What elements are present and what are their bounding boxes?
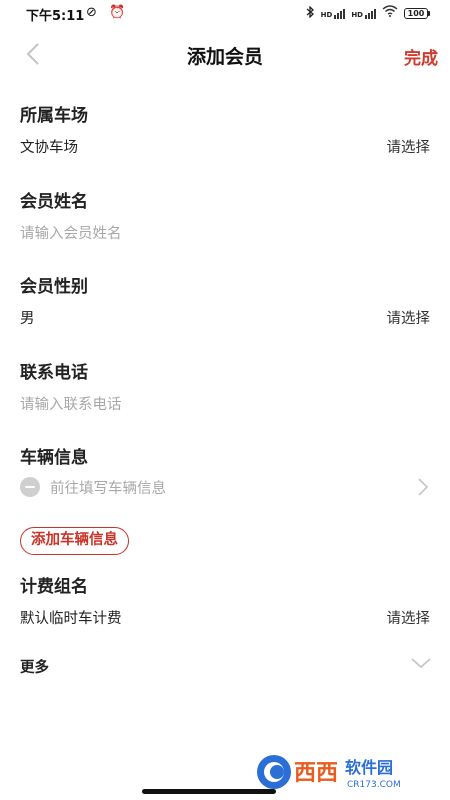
page-title: 添加会员 xyxy=(186,46,263,68)
watermark-brand-sub: 软件园 xyxy=(345,758,393,777)
watermark-logo: 西西 软件园 CR173.COM xyxy=(250,749,436,795)
vehicle-placeholder: 前往填写车辆信息 xyxy=(50,480,166,497)
vehicle-label: 车辆信息 xyxy=(20,448,88,468)
nav-bar: 添加会员 完成 xyxy=(0,32,450,76)
signal-icon-2: HD xyxy=(351,7,376,19)
billing-value: 默认临时车计费 xyxy=(20,611,122,627)
phone-label: 联系电话 xyxy=(20,363,88,383)
remove-circle-icon[interactable] xyxy=(20,477,40,497)
chevron-right-icon xyxy=(418,478,429,496)
billing-select-button[interactable]: 请选择 xyxy=(387,607,431,628)
vehicle-entry-row[interactable]: 前往填写车辆信息 xyxy=(20,475,430,499)
gender-label: 会员性别 xyxy=(20,277,88,297)
done-button[interactable]: 完成 xyxy=(404,44,438,69)
battery-level: 100 xyxy=(404,7,428,19)
battery-icon: 100 xyxy=(404,7,430,19)
gender-select-button[interactable]: 请选择 xyxy=(387,307,431,328)
bluetooth-icon xyxy=(306,4,315,21)
lot-select-button[interactable]: 请选择 xyxy=(387,136,431,157)
wifi-icon xyxy=(382,5,398,21)
watermark-brand: 西西 xyxy=(294,761,338,786)
status-bar: 下午5:11 ⊘ ⏰ HD HD 100 xyxy=(0,0,450,28)
watermark-domain: CR173.COM xyxy=(347,780,401,790)
signal-icon-1: HD xyxy=(321,7,346,19)
more-toggle[interactable]: 更多 xyxy=(20,656,49,677)
lot-value: 文协车场 xyxy=(20,140,78,156)
status-time: 下午5:11 xyxy=(26,9,85,24)
status-right-icons: HD HD 100 xyxy=(306,4,430,21)
home-indicator[interactable] xyxy=(142,789,276,794)
add-vehicle-button[interactable]: 添加车辆信息 xyxy=(20,527,129,555)
lot-label: 所属车场 xyxy=(20,106,88,126)
gender-value: 男 xyxy=(20,311,35,327)
chevron-down-icon[interactable] xyxy=(410,655,432,671)
status-notification-icons: ⊘ ⏰ xyxy=(86,5,130,20)
billing-label: 计费组名 xyxy=(20,577,88,597)
phone-input[interactable]: 请输入联系电话 xyxy=(20,393,122,414)
name-label: 会员姓名 xyxy=(20,192,88,212)
name-input[interactable]: 请输入会员姓名 xyxy=(20,222,122,243)
